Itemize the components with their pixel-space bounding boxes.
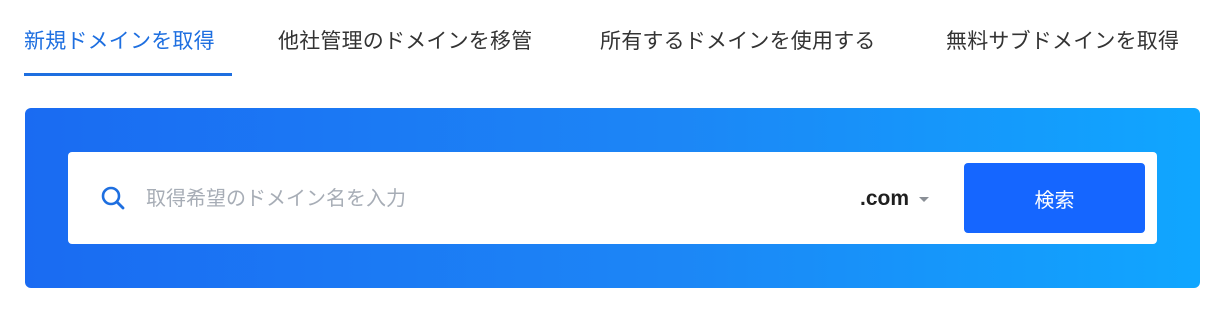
tab-use-owned-domain[interactable]: 所有するドメインを使用する <box>600 26 900 56</box>
tab-transfer-domain[interactable]: 他社管理のドメインを移管 <box>278 26 556 56</box>
active-tab-indicator <box>24 73 232 76</box>
tld-selected-value: .com <box>860 187 910 210</box>
search-icon <box>101 186 125 210</box>
search-box: .com 検索 <box>68 152 1157 244</box>
domain-search-page: 新規ドメインを取得 他社管理のドメインを移管 所有するドメインを使用する 無料サ… <box>0 0 1222 310</box>
tld-dropdown[interactable]: .com <box>860 182 930 216</box>
tab-new-domain[interactable]: 新規ドメインを取得 <box>24 26 234 56</box>
search-panel: .com 検索 <box>25 108 1200 288</box>
caret-down-icon <box>919 196 930 202</box>
tab-bar: 新規ドメインを取得 他社管理のドメインを移管 所有するドメインを使用する 無料サ… <box>0 0 1222 80</box>
search-button[interactable]: 検索 <box>964 163 1145 233</box>
tab-free-subdomain[interactable]: 無料サブドメインを取得 <box>946 26 1216 56</box>
domain-search-input[interactable] <box>146 180 786 216</box>
